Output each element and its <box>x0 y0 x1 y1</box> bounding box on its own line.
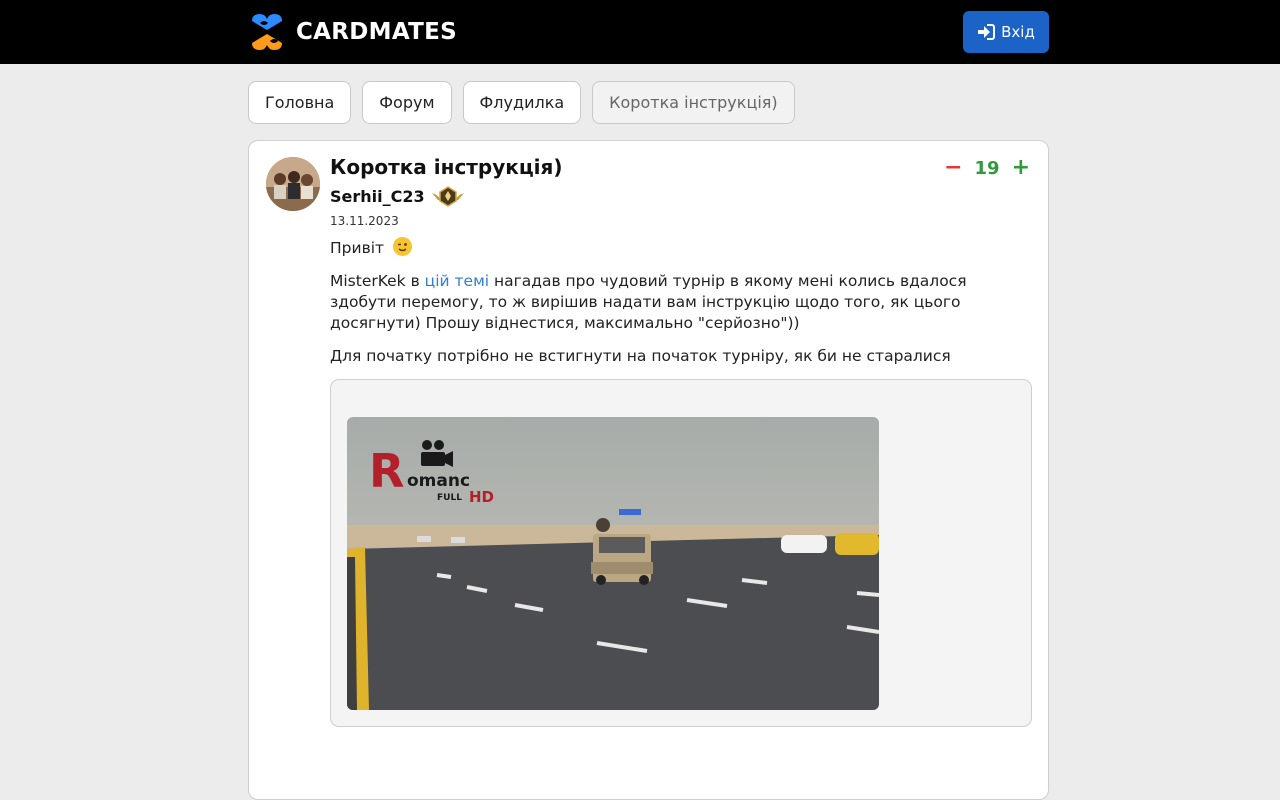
author-name[interactable]: Serhii_C23 <box>330 187 425 206</box>
site-logo[interactable]: CARDMATES <box>248 10 457 54</box>
topic-link[interactable]: цій темі <box>425 272 489 290</box>
vote-count: 19 <box>974 157 1000 179</box>
step-paragraph: Для початку потрібно не встигнути на поч… <box>330 347 951 365</box>
post-card: Коротка інструкція) Serhii_C23 13.11.202… <box>248 140 1049 800</box>
greeting-text: Привіт <box>330 239 385 257</box>
breadcrumb-tabs: Головна Форум Флудилка Коротка інструкці… <box>248 81 795 124</box>
post-date: 13.11.2023 <box>330 214 399 228</box>
login-button[interactable]: Вхід <box>963 11 1049 53</box>
gif-image[interactable]: R omanc FULL HD <box>347 417 879 710</box>
post-title: Коротка інструкція) <box>330 155 563 179</box>
author-row: Serhii_C23 <box>330 185 465 207</box>
brand-name: CARDMATES <box>296 19 458 45</box>
tab-flood[interactable]: Флудилка <box>462 81 582 124</box>
watermark-hd: HD <box>469 488 494 506</box>
vote-down-button[interactable]: − <box>944 157 962 179</box>
login-label: Вхід <box>1001 23 1035 41</box>
intro-text-start: MisterKek в <box>330 272 425 290</box>
watermark-r: R <box>369 444 404 498</box>
gif-frame: R omanc FULL HD <box>347 417 879 710</box>
embedded-media: R omanc FULL HD <box>330 379 1032 727</box>
winking-face-emoji-icon <box>392 237 412 256</box>
cardmates-logo-icon <box>252 14 282 50</box>
vote-up-button[interactable]: + <box>1012 157 1030 179</box>
avatar[interactable] <box>266 157 320 211</box>
avatar-image <box>266 157 320 211</box>
tab-forum[interactable]: Форум <box>362 81 452 124</box>
rank-badge-icon <box>431 186 464 207</box>
greeting-paragraph: Привіт <box>330 237 1030 259</box>
watermark-brand: omanc <box>407 471 470 491</box>
watermark-full: FULL <box>437 493 462 503</box>
vote-widget: − 19 + <box>944 157 1030 179</box>
post-body: Привіт MisterKek в цій темі нагадав про … <box>330 237 1030 379</box>
sign-in-icon <box>978 24 996 40</box>
tab-home[interactable]: Головна <box>248 81 352 124</box>
top-navbar: CARDMATES Вхід <box>0 0 1280 64</box>
tab-current-topic[interactable]: Коротка інструкція) <box>592 81 795 124</box>
intro-paragraph: MisterKek в цій темі нагадав про чудовий… <box>330 271 1030 334</box>
